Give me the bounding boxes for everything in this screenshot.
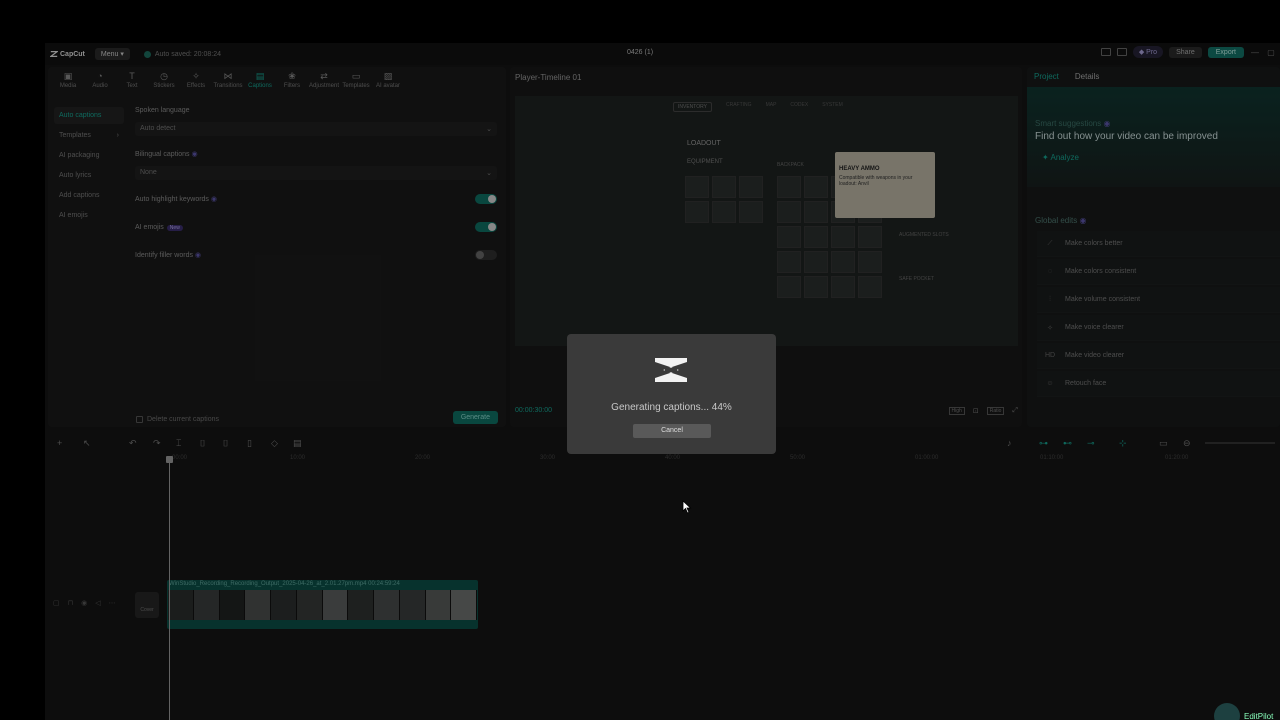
editpilot-icon bbox=[1214, 703, 1240, 720]
editpilot-button[interactable]: EditPilot bbox=[1214, 703, 1273, 720]
capcut-logo-icon bbox=[655, 358, 687, 382]
generating-captions-dialog: Generating captions... 44% Cancel bbox=[567, 334, 776, 454]
cancel-button[interactable]: Cancel bbox=[633, 424, 711, 438]
mouse-cursor-icon bbox=[682, 500, 692, 514]
progress-text: Generating captions... 44% bbox=[611, 402, 732, 413]
